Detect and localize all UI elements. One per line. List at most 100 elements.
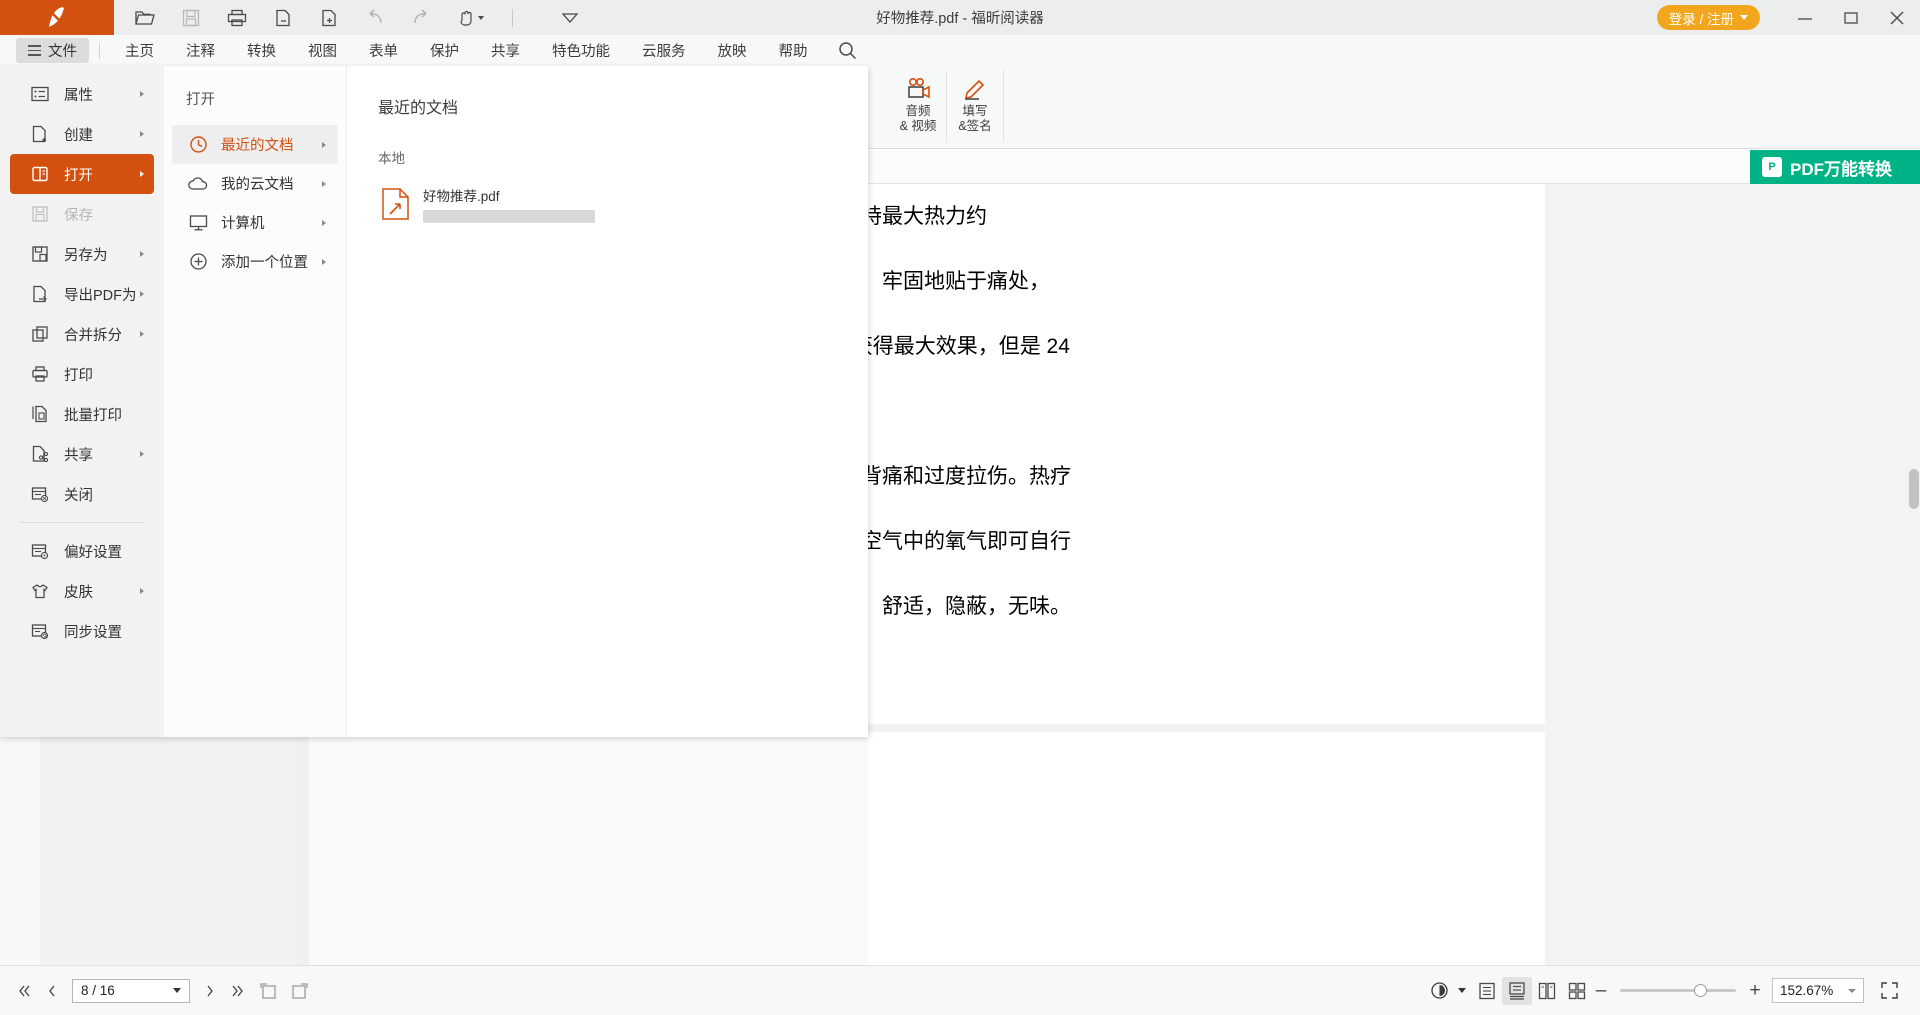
zoom-out-button[interactable]: –	[1592, 980, 1610, 1002]
file-menu-item-create[interactable]: 创建	[10, 114, 154, 154]
tab-protect[interactable]: 保护	[414, 35, 475, 66]
maximize-button[interactable]	[1828, 0, 1874, 35]
print-icon[interactable]	[224, 5, 250, 31]
customize-qat-icon[interactable]	[557, 5, 583, 31]
single-page-button[interactable]	[1472, 977, 1502, 1005]
prev-page-button[interactable]	[38, 976, 66, 1006]
open-folder-icon[interactable]	[132, 5, 158, 31]
zoom-in-button[interactable]: +	[1746, 980, 1764, 1002]
file-menu-item-sync-settings[interactable]: 同步设置	[10, 611, 154, 651]
zoom-level-value: 152.67%	[1780, 983, 1833, 998]
continuous-scroll-button[interactable]	[1502, 977, 1532, 1005]
chevron-down-icon	[173, 988, 181, 993]
tab-features[interactable]: 特色功能	[536, 35, 626, 66]
doc-line: 肉放松，暂时舒缓肌肉引起的背痛和过度拉伤。热疗	[868, 444, 1568, 509]
file-menu-item-create-label: 创建	[64, 124, 93, 145]
read-mode-dropdown[interactable]	[1452, 977, 1472, 1005]
open-source-recent-documents[interactable]: 最近的文档	[172, 125, 338, 164]
chevron-right-icon	[140, 171, 144, 177]
save-icon	[30, 204, 50, 224]
recent-file-item[interactable]: 好物推荐.pdf C:\Users\xxxxxxxx\Desktop\df	[347, 167, 868, 222]
thumbnail-pane-scrollbar[interactable]	[298, 737, 309, 965]
file-menu-open-title: 打开	[164, 66, 346, 125]
four-page-button[interactable]	[1562, 977, 1592, 1005]
open-source-computer[interactable]: 计算机	[172, 203, 338, 242]
chevron-right-icon	[140, 331, 144, 337]
clock-icon	[188, 135, 208, 155]
file-menu-item-save-label: 保存	[64, 204, 93, 225]
file-menu-item-properties-label: 属性	[64, 84, 93, 105]
last-page-button[interactable]	[224, 976, 252, 1006]
read-mode-icon[interactable]	[1426, 977, 1452, 1005]
file-menu-item-properties[interactable]: 属性	[10, 74, 154, 114]
zoom-slider-handle[interactable]	[1694, 984, 1707, 997]
open-source-cloud-documents[interactable]: 我的云文档	[172, 164, 338, 203]
zoom-in-label: +	[1749, 980, 1760, 1001]
redo-icon[interactable]	[408, 5, 434, 31]
file-menu-item-skin[interactable]: 皮肤	[10, 571, 154, 611]
file-menu-item-preferences[interactable]: 偏好设置	[10, 531, 154, 571]
tool-fill-sign-label-1: 填写	[962, 104, 987, 119]
view-and-zoom-controls: – + 152.67%	[1426, 977, 1920, 1005]
tab-cloud-label: 云服务	[642, 40, 686, 61]
export-icon	[30, 284, 50, 304]
file-menu-item-open[interactable]: 打开	[10, 154, 154, 194]
pdf-convert-banner-label: PDF万能转换	[1790, 155, 1892, 180]
hand-tool-icon[interactable]	[454, 5, 488, 31]
save-icon[interactable]	[178, 5, 204, 31]
search-icon[interactable]	[824, 35, 871, 66]
document-vertical-scrollbar[interactable]	[1907, 184, 1920, 965]
new-page-icon[interactable]	[316, 5, 342, 31]
tab-cloud[interactable]: 云服务	[626, 35, 702, 66]
file-menu-item-batch-print[interactable]: 批量打印	[10, 394, 154, 434]
file-menu-item-print[interactable]: 打印	[10, 354, 154, 394]
scrollbar-thumb[interactable]	[1909, 469, 1919, 509]
batch-print-icon	[30, 404, 50, 424]
zoom-level-select[interactable]: 152.67%	[1772, 978, 1864, 1003]
open-source-add-location[interactable]: 添加一个位置	[172, 242, 338, 281]
tab-convert[interactable]: 转换	[231, 35, 292, 66]
chevron-right-icon	[140, 131, 144, 137]
doc-line-text: 温热敷贴，自行升温，一直维持最大热力约	[868, 205, 987, 228]
tab-help[interactable]: 帮助	[763, 35, 824, 66]
tab-form[interactable]: 表单	[353, 35, 414, 66]
tab-home[interactable]: 主页	[109, 35, 170, 66]
doc-line-text: 可达到理疗温度。撕去黏胶纸，牢固地贴于痛处，	[868, 270, 1050, 293]
minimize-button[interactable]	[1782, 0, 1828, 35]
rotate-left-button[interactable]	[252, 976, 284, 1006]
tab-share[interactable]: 共享	[475, 35, 536, 66]
fullscreen-button[interactable]	[1872, 977, 1906, 1005]
document-view[interactable]: 温热敷贴，自行升温，一直维持最大热力约 可达到理疗温度。撕去黏胶纸，牢固地贴于痛…	[868, 184, 1920, 965]
file-menu-panel: 属性 创建 打开 保存	[0, 66, 868, 737]
tab-file[interactable]: 文件	[16, 38, 89, 63]
next-page-button[interactable]	[196, 976, 224, 1006]
tab-file-label: 文件	[48, 40, 77, 61]
chevron-right-icon	[322, 220, 326, 226]
tool-fill-sign[interactable]: 填写 &签名	[947, 66, 1003, 146]
share-icon	[30, 444, 50, 464]
file-menu-item-save-as[interactable]: 另存为	[10, 234, 154, 274]
zoom-slider[interactable]	[1620, 989, 1736, 992]
tab-view[interactable]: 视图	[292, 35, 353, 66]
tab-present[interactable]: 放映	[702, 35, 763, 66]
close-button[interactable]	[1874, 0, 1920, 35]
tab-comment[interactable]: 注释	[170, 35, 231, 66]
recent-file-name: 好物推荐.pdf	[423, 185, 575, 205]
file-menu-item-close[interactable]: 关闭	[10, 474, 154, 514]
first-page-button[interactable]	[10, 976, 38, 1006]
chevron-right-icon	[140, 451, 144, 457]
file-menu-item-merge-split[interactable]: 合并拆分	[10, 314, 154, 354]
quick-access-toolbar	[114, 0, 583, 35]
file-menu-item-export-pdf[interactable]: 导出PDF为	[10, 274, 154, 314]
pdf-convert-banner[interactable]: P PDF万能转换	[1750, 150, 1920, 184]
rotate-right-button[interactable]	[284, 976, 316, 1006]
two-page-button[interactable]	[1532, 977, 1562, 1005]
duplicate-page-icon[interactable]	[270, 5, 296, 31]
page-number-input[interactable]: 8 / 16	[72, 979, 190, 1003]
login-register-button[interactable]: 登录 / 注册	[1657, 5, 1760, 30]
document-toolbar: P PDF万能转换	[868, 150, 1920, 184]
undo-icon[interactable]	[362, 5, 388, 31]
file-menu-item-share[interactable]: 共享	[10, 434, 154, 474]
app-logo	[0, 0, 114, 35]
tool-audio-video[interactable]: 音频 & 视频	[890, 66, 946, 146]
